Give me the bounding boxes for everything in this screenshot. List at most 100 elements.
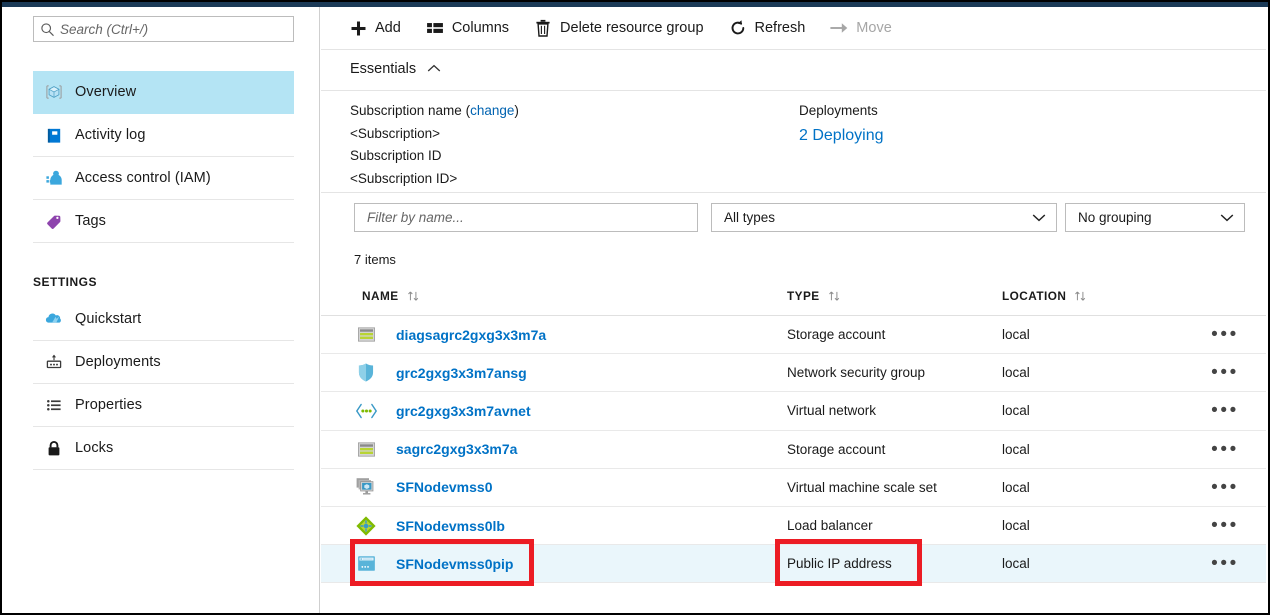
quickstart-cloud-icon <box>33 309 75 329</box>
sidebar-item-label: Quickstart <box>75 311 141 327</box>
resource-type: Storage account <box>787 316 885 353</box>
sidebar-item-quickstart[interactable]: Quickstart <box>33 298 294 341</box>
column-header-type[interactable]: TYPE <box>787 289 841 303</box>
table-row[interactable]: SFNodevmss0pip Public IP address local •… <box>321 545 1266 583</box>
sidebar-settings-list: Quickstart Deployments <box>33 298 294 470</box>
chevron-down-icon <box>1220 209 1234 227</box>
resource-location: local <box>1002 316 1030 353</box>
resource-type: Load balancer <box>787 507 873 544</box>
resource-name-link[interactable]: grc2gxg3x3m7ansg <box>396 354 527 391</box>
resource-type: Virtual network <box>787 392 876 429</box>
resource-menu-sidebar: Overview Activity log <box>4 7 320 615</box>
filter-by-name-box[interactable] <box>354 203 698 232</box>
search-input[interactable] <box>60 22 280 37</box>
table-row[interactable]: grc2gxg3x3m7avnet Virtual network local … <box>321 392 1266 430</box>
column-header-label: TYPE <box>787 289 820 303</box>
row-context-menu-button[interactable]: ••• <box>1208 354 1242 391</box>
table-row[interactable]: grc2gxg3x3m7ansg Network security group … <box>321 354 1266 392</box>
trash-icon <box>533 19 553 37</box>
load-balancer-icon <box>354 507 378 544</box>
sidebar-item-activity-log[interactable]: Activity log <box>33 114 294 157</box>
essentials-toggle[interactable]: Essentials <box>350 60 441 78</box>
table-row[interactable]: SFNodevmss0 Virtual machine scale set lo… <box>321 469 1266 507</box>
resource-location: local <box>1002 545 1030 582</box>
change-subscription-link[interactable]: change <box>470 103 514 118</box>
main-content-pane: Add Columns <box>321 7 1266 611</box>
resource-name-link[interactable]: diagsagrc2gxg3x3m7a <box>396 316 546 353</box>
row-context-menu-button[interactable]: ••• <box>1208 431 1242 468</box>
sidebar-item-access-control[interactable]: Access control (IAM) <box>33 157 294 200</box>
deployments-icon <box>33 352 75 372</box>
command-toolbar: Add Columns <box>321 7 1266 50</box>
arrow-right-icon <box>829 20 849 36</box>
sidebar-item-deployments[interactable]: Deployments <box>33 341 294 384</box>
essentials-column-right: Deployments 2 Deploying <box>799 100 884 149</box>
row-context-menu-button[interactable]: ••• <box>1208 392 1242 429</box>
subscription-id-value: <Subscription ID> <box>350 168 519 191</box>
sidebar-item-tags[interactable]: Tags <box>33 200 294 243</box>
chevron-up-icon <box>427 60 441 78</box>
resource-name-link[interactable]: SFNodevmss0pip <box>396 545 513 582</box>
sidebar-item-label: Properties <box>75 397 142 413</box>
move-button[interactable]: Move <box>829 13 891 43</box>
columns-button-label: Columns <box>452 20 509 36</box>
resource-location: local <box>1002 469 1030 506</box>
sidebar-search-box[interactable] <box>33 16 294 42</box>
essentials-body: Subscription name (change) <Subscription… <box>321 91 1266 192</box>
properties-list-icon <box>33 395 75 415</box>
move-button-label: Move <box>856 20 891 36</box>
table-row[interactable]: SFNodevmss0lb Load balancer local ••• <box>321 507 1266 545</box>
resource-name-link[interactable]: SFNodevmss0lb <box>396 507 505 544</box>
deployments-status-link[interactable]: 2 Deploying <box>799 127 884 144</box>
filter-bar: All types No grouping <box>321 203 1266 233</box>
row-context-menu-button[interactable]: ••• <box>1208 507 1242 544</box>
table-row[interactable]: diagsagrc2gxg3x3m7a Storage account loca… <box>321 316 1266 354</box>
resources-table: NAME TYPE <box>321 283 1266 583</box>
subscription-name-row: Subscription name (change) <box>350 100 519 123</box>
resource-name-link[interactable]: SFNodevmss0 <box>396 469 492 506</box>
row-context-menu-button[interactable]: ••• <box>1208 545 1242 582</box>
storage-account-icon <box>354 431 378 468</box>
sidebar-item-locks[interactable]: Locks <box>33 427 294 470</box>
sidebar-item-label: Locks <box>75 440 113 456</box>
sort-updown-icon <box>1074 290 1087 302</box>
sidebar-item-overview[interactable]: Overview <box>33 71 294 114</box>
subscription-name-value: <Subscription> <box>350 123 519 146</box>
column-header-label: NAME <box>362 289 399 303</box>
cube-icon <box>33 82 75 102</box>
column-header-location[interactable]: LOCATION <box>1002 289 1087 303</box>
resource-name-link[interactable]: sagrc2gxg3x3m7a <box>396 431 517 468</box>
chevron-down-icon <box>1032 209 1046 227</box>
resource-name-link[interactable]: grc2gxg3x3m7avnet <box>396 392 531 429</box>
delete-resource-group-button[interactable]: Delete resource group <box>533 13 703 43</box>
subscription-id-label: Subscription ID <box>350 145 519 168</box>
table-row[interactable]: sagrc2gxg3x3m7a Storage account local ••… <box>321 431 1266 469</box>
resource-type: Public IP address <box>787 545 892 582</box>
column-header-label: LOCATION <box>1002 289 1066 303</box>
grouping-value: No grouping <box>1078 210 1152 225</box>
essentials-title: Essentials <box>350 61 416 77</box>
add-button-label: Add <box>375 20 401 36</box>
column-header-name[interactable]: NAME <box>362 289 420 303</box>
type-filter-value: All types <box>724 210 775 225</box>
filter-by-name-input[interactable] <box>367 210 677 225</box>
tag-icon <box>33 211 75 231</box>
type-filter-select[interactable]: All types <box>711 203 1057 232</box>
sidebar-item-label: Access control (IAM) <box>75 170 211 186</box>
resource-location: local <box>1002 354 1030 391</box>
row-context-menu-button[interactable]: ••• <box>1208 316 1242 353</box>
add-button[interactable]: Add <box>348 13 401 43</box>
sidebar-item-properties[interactable]: Properties <box>33 384 294 427</box>
items-count-label: 7 items <box>354 252 396 267</box>
deployments-label: Deployments <box>799 100 884 123</box>
row-context-menu-button[interactable]: ••• <box>1208 469 1242 506</box>
access-control-icon <box>33 168 75 188</box>
refresh-button-label: Refresh <box>755 20 806 36</box>
vm-scale-set-icon <box>354 469 378 506</box>
sidebar-section-settings: SETTINGS <box>33 275 294 289</box>
columns-icon <box>425 20 445 36</box>
grouping-select[interactable]: No grouping <box>1065 203 1245 232</box>
columns-button[interactable]: Columns <box>425 13 509 43</box>
refresh-button[interactable]: Refresh <box>728 13 806 43</box>
sort-updown-icon <box>407 290 420 302</box>
